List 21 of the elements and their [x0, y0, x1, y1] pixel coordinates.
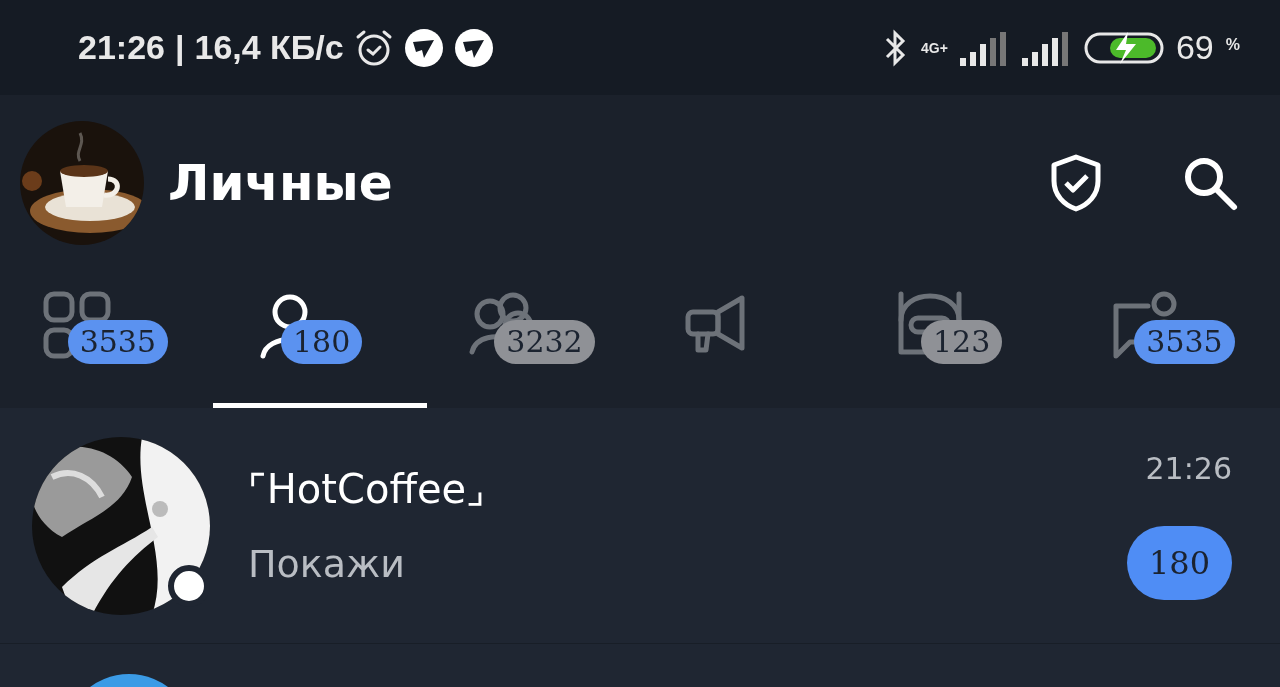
battery-level: 69 — [1175, 28, 1214, 67]
chat-name: ⌜HotCoffee⌟ — [248, 465, 486, 512]
unread-badge: 3535 — [67, 320, 168, 364]
unread-badge: 3232 — [494, 320, 595, 364]
folder-tab[interactable]: 180 — [213, 290, 427, 408]
separator: | — [174, 28, 185, 67]
network-type: 4G+ — [921, 40, 948, 55]
message-time: 21:26 — [1145, 451, 1232, 486]
folder-tab[interactable]: 3232 — [426, 290, 640, 408]
clock-time: 21:26 — [78, 28, 165, 67]
network-speed: 16,4 КБ/с — [194, 28, 344, 67]
unread-badge: 3535 — [1134, 320, 1235, 364]
message-preview: Покажи — [248, 541, 406, 586]
folder-title: Личные — [168, 153, 394, 212]
folder-tab[interactable]: 3535 — [0, 290, 214, 408]
unread-badge: 180 — [1126, 526, 1232, 600]
folder-tab[interactable]: 3535 — [1066, 290, 1280, 408]
unread-badge: 180 — [281, 320, 363, 364]
percent-sign: % — [1225, 35, 1240, 54]
folder-tab[interactable]: 123 — [853, 290, 1067, 408]
unread-badge: 123 — [920, 320, 1003, 364]
